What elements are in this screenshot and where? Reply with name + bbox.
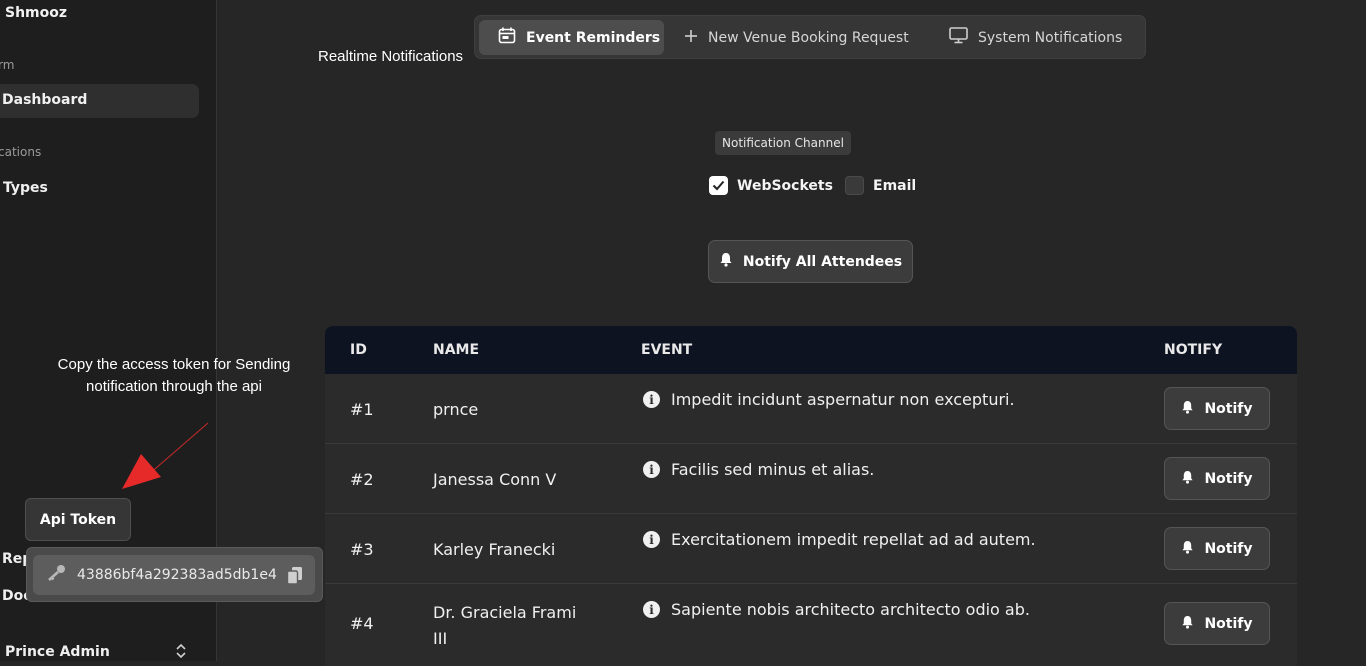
tab-new-venue-booking-request[interactable]: New Venue Booking Request <box>684 20 924 55</box>
info-icon[interactable]: i <box>643 531 660 548</box>
bell-icon <box>1181 540 1194 558</box>
tab-system-notifications[interactable]: System Notifications <box>949 20 1139 55</box>
button-label: Notify <box>1204 540 1253 557</box>
sidebar-item-types[interactable]: Types <box>3 180 48 196</box>
cell-name: Karley Franecki <box>433 540 556 559</box>
plus-icon <box>684 29 698 47</box>
api-token-popover: 43886bf4a292383ad5db1e4 <box>26 547 323 602</box>
cell-name: prnce <box>433 400 479 419</box>
tab-event-reminders[interactable]: Event Reminders <box>479 20 664 55</box>
notify-button[interactable]: Notify <box>1164 387 1270 430</box>
cell-event: i Exercitationem impedit repellat ad ad … <box>643 530 1036 549</box>
button-label: Notify <box>1204 615 1253 632</box>
key-icon <box>47 564 67 586</box>
chevron-up-down-icon <box>176 643 186 661</box>
event-text: Exercitationem impedit repellat ad ad au… <box>671 530 1036 549</box>
notification-type-tabs: Event Reminders New Venue Booking Reques… <box>474 15 1146 59</box>
notify-button[interactable]: Notify <box>1164 457 1270 500</box>
info-icon[interactable]: i <box>643 461 660 478</box>
notify-button[interactable]: Notify <box>1164 602 1270 645</box>
brand-name: Shmooz <box>5 5 68 21</box>
api-token-value: 43886bf4a292383ad5db1e4 <box>77 567 277 583</box>
cell-id: #4 <box>350 614 374 633</box>
realtime-notifications-label: Realtime Notifications <box>318 48 464 65</box>
notify-button[interactable]: Notify <box>1164 527 1270 570</box>
table-header: ID NAME EVENT NOTIFY <box>325 326 1297 374</box>
attendees-table: ID NAME EVENT NOTIFY #1 prnce i Impedit … <box>325 326 1297 666</box>
table-row: #1 prnce i Impedit incidunt aspernatur n… <box>325 374 1297 444</box>
email-checkbox[interactable]: Email <box>845 176 916 195</box>
bell-icon <box>1181 615 1194 633</box>
user-menu[interactable]: Prince Admin <box>5 643 190 661</box>
api-token-field[interactable]: 43886bf4a292383ad5db1e4 <box>33 555 315 595</box>
cell-id: #3 <box>350 540 374 559</box>
table-row: #3 Karley Franecki i Exercitationem impe… <box>325 514 1297 584</box>
header-id: ID <box>350 342 367 358</box>
section-label-platform: rm <box>0 58 15 72</box>
tab-label: New Venue Booking Request <box>708 29 909 46</box>
button-label: Notify All Attendees <box>742 253 903 270</box>
table-row: #4 Dr. Graciela Frami III i Sapiente nob… <box>325 584 1297 666</box>
notification-channel-badge: Notification Channel <box>715 131 851 155</box>
websockets-checkbox[interactable]: WebSockets <box>709 176 833 195</box>
button-label: Notify <box>1204 400 1253 417</box>
info-icon[interactable]: i <box>643 391 660 408</box>
calendar-icon <box>498 27 516 48</box>
notify-all-attendees-button[interactable]: Notify All Attendees <box>708 240 913 283</box>
cell-id: #2 <box>350 470 374 489</box>
sidebar-item-dashboard[interactable]: Dashboard <box>0 84 199 118</box>
email-label: Email <box>873 177 917 194</box>
header-notify: NOTIFY <box>1164 342 1223 358</box>
cell-event: i Sapiente nobis architecto architecto o… <box>643 600 1030 619</box>
annotation-arrow <box>122 422 209 489</box>
checkbox-unchecked-icon[interactable] <box>845 176 864 195</box>
info-icon[interactable]: i <box>643 601 660 618</box>
api-token-hint: Copy the access token for Sending notifi… <box>57 356 291 395</box>
cell-name: Dr. Graciela Frami III <box>433 603 577 648</box>
table-row: #2 Janessa Conn V i Facilis sed minus et… <box>325 444 1297 514</box>
event-text: Facilis sed minus et alias. <box>671 460 875 479</box>
tab-label: Event Reminders <box>526 29 661 46</box>
section-label-notifications: cations <box>0 145 42 159</box>
bell-icon <box>719 252 733 271</box>
bell-icon <box>1181 470 1194 488</box>
sidebar-item-label: Dashboard <box>2 92 88 108</box>
bell-icon <box>1181 400 1194 418</box>
button-label: Notify <box>1204 470 1253 487</box>
header-name: NAME <box>433 342 480 358</box>
websockets-label: WebSockets <box>737 177 833 194</box>
event-text: Impedit incidunt aspernatur non exceptur… <box>671 390 1015 409</box>
tab-label: System Notifications <box>978 29 1123 46</box>
cell-id: #1 <box>350 400 374 419</box>
api-token-button[interactable]: Api Token <box>25 498 131 541</box>
user-name: Prince Admin <box>5 644 110 660</box>
copy-icon[interactable] <box>286 566 304 589</box>
cell-event: i Impedit incidunt aspernatur non except… <box>643 390 1015 409</box>
header-event: EVENT <box>641 342 693 358</box>
cell-event: i Facilis sed minus et alias. <box>643 460 874 479</box>
monitor-icon <box>949 27 968 48</box>
cell-name: Janessa Conn V <box>433 470 557 489</box>
event-text: Sapiente nobis architecto architecto odi… <box>671 600 1030 619</box>
checkbox-checked-icon[interactable] <box>709 176 728 195</box>
